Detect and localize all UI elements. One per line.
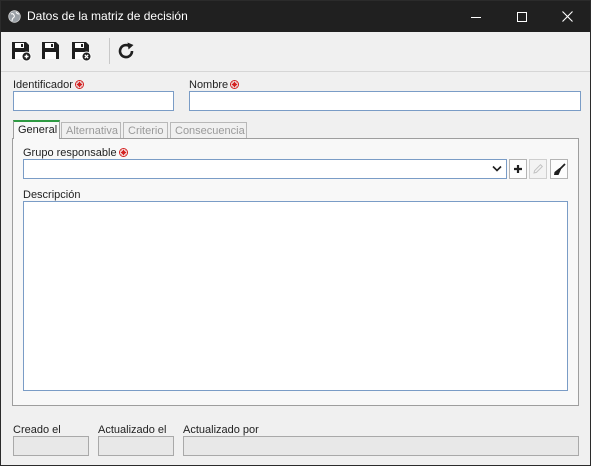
- required-icon: [118, 148, 128, 157]
- maximize-button[interactable]: [499, 1, 545, 32]
- minimize-icon: [471, 16, 481, 18]
- tab-criterio[interactable]: Criterio: [123, 122, 168, 139]
- title-bar: Datos de la matriz de decisión: [1, 1, 590, 32]
- plus-icon: [514, 165, 522, 173]
- tab-general[interactable]: General: [13, 120, 60, 139]
- created-field: [13, 436, 89, 456]
- required-icon: [230, 80, 240, 89]
- updated-field: [98, 436, 174, 456]
- add-group-button[interactable]: [509, 159, 527, 179]
- save-and-close-icon: [72, 42, 92, 62]
- save-and-close-button[interactable]: [68, 38, 94, 64]
- name-input[interactable]: [189, 91, 581, 111]
- window-title: Datos de la matriz de decisión: [27, 9, 188, 23]
- refresh-button[interactable]: [113, 38, 139, 64]
- identifier-input[interactable]: [13, 91, 174, 111]
- identifier-label: Identificador: [13, 79, 84, 91]
- tab-consecuencia[interactable]: Consecuencia: [170, 122, 247, 139]
- minimize-button[interactable]: [453, 1, 499, 32]
- description-label: Descripción: [23, 189, 81, 201]
- name-label: Nombre: [189, 79, 240, 91]
- description-textarea[interactable]: [23, 201, 568, 391]
- dialog-window: Datos de la matriz de decisión Identific…: [0, 0, 591, 466]
- close-icon: [561, 11, 573, 22]
- globe-icon: [8, 10, 21, 23]
- group-select[interactable]: [23, 159, 507, 179]
- chevron-down-icon: [492, 165, 502, 172]
- required-icon: [74, 80, 84, 89]
- save-icon: [42, 42, 59, 59]
- edit-group-button[interactable]: [529, 159, 547, 179]
- maximize-icon: [517, 11, 527, 22]
- toolbar: [1, 32, 590, 72]
- broom-icon: [553, 162, 566, 175]
- save-and-new-icon: [12, 42, 32, 62]
- close-button[interactable]: [544, 1, 590, 32]
- updated-by-label: Actualizado por: [183, 424, 259, 436]
- save-and-new-button[interactable]: [8, 38, 34, 64]
- updated-by-field: [183, 436, 579, 456]
- clear-group-button[interactable]: [550, 159, 568, 179]
- tab-alternativa[interactable]: Alternativa: [61, 122, 121, 139]
- refresh-icon: [118, 42, 134, 59]
- group-label: Grupo responsable: [23, 147, 128, 159]
- save-button[interactable]: [38, 38, 64, 64]
- toolbar-separator: [109, 38, 110, 64]
- created-label: Creado el: [13, 424, 61, 436]
- pencil-icon: [533, 163, 544, 174]
- updated-label: Actualizado el: [98, 424, 167, 436]
